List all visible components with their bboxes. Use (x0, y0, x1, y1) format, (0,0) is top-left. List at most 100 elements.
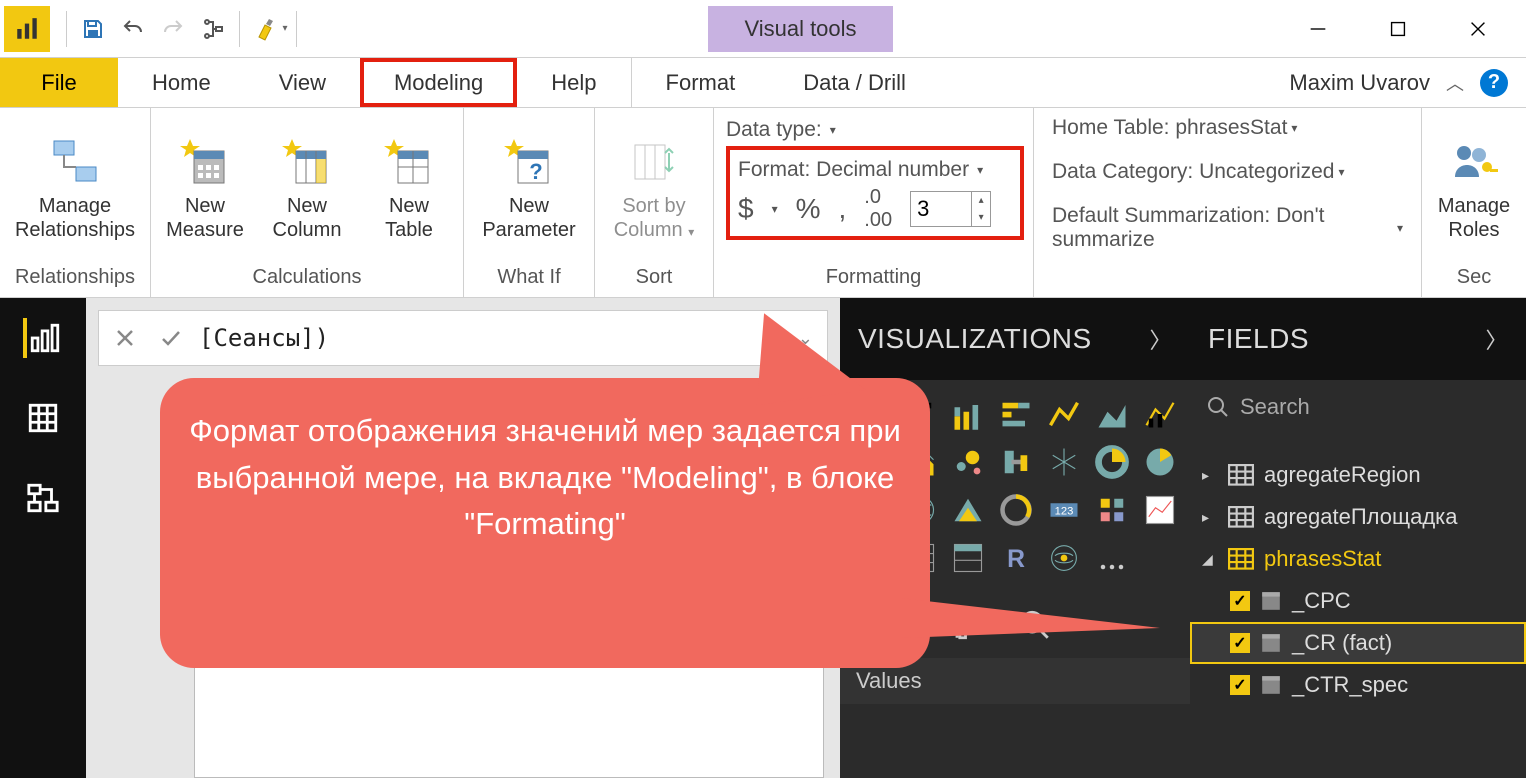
tab-modeling[interactable]: Modeling (360, 58, 517, 107)
help-icon[interactable]: ? (1480, 69, 1508, 97)
user-name[interactable]: Maxim Uvarov (1289, 70, 1430, 96)
expand-icon[interactable]: ▸ (1202, 509, 1218, 526)
new-column-label: New Column (263, 194, 351, 242)
dropdown-icon: ▾ (1397, 221, 1403, 235)
panel-collapse-icon[interactable]: 〉 (1149, 323, 1172, 355)
measure-ctr-spec[interactable]: ✓ _CTR_spec (1190, 664, 1526, 706)
checkbox-checked-icon[interactable]: ✓ (1230, 675, 1250, 695)
redo-icon[interactable] (153, 9, 193, 49)
spin-down-icon[interactable]: ▾ (972, 209, 990, 226)
format-dropdown[interactable]: Format: Decimal number▾ (738, 158, 1012, 182)
viz-type-icon[interactable]: R (994, 536, 1038, 580)
viz-type-icon[interactable] (946, 488, 990, 532)
data-type-dropdown[interactable]: Data type:▾ (726, 118, 1021, 142)
viz-type-icon[interactable] (946, 440, 990, 484)
manage-relationships-icon (45, 134, 105, 190)
group-label-formatting: Formatting (826, 262, 922, 293)
svg-text:R: R (1007, 546, 1025, 573)
manage-relationships-button[interactable]: Manage Relationships (10, 134, 140, 242)
viz-type-icon[interactable] (1138, 392, 1182, 436)
tab-file[interactable]: File (0, 58, 118, 107)
viz-type-icon[interactable] (946, 536, 990, 580)
format-section-highlight: Format: Decimal number▾ $ ▾ % , .0.00 ▴ … (726, 146, 1024, 240)
table-phrasesstat[interactable]: ◢ phrasesStat (1190, 538, 1526, 580)
undo-icon[interactable] (113, 9, 153, 49)
measure-icon (1260, 590, 1282, 612)
nav-data-icon[interactable] (23, 398, 63, 438)
new-measure-label: New Measure (161, 194, 249, 242)
viz-type-icon[interactable] (994, 392, 1038, 436)
formula-commit-icon[interactable] (153, 320, 189, 356)
currency-dropdown-icon[interactable]: ▾ (772, 202, 778, 216)
minimize-button[interactable] (1298, 9, 1338, 49)
panel-collapse-icon[interactable]: 〉 (1485, 323, 1508, 355)
spin-up-icon[interactable]: ▴ (972, 192, 990, 209)
percent-button[interactable]: % (796, 193, 821, 225)
viz-type-icon[interactable] (1042, 536, 1086, 580)
measure-cpc[interactable]: ✓ _CPC (1190, 580, 1526, 622)
viz-type-icon[interactable] (1090, 440, 1134, 484)
viz-type-icon[interactable] (946, 392, 990, 436)
new-measure-button[interactable]: New Measure (161, 134, 249, 242)
sort-by-column-icon (624, 134, 684, 190)
measure-cr-fact[interactable]: ✓ _CR (fact) (1190, 622, 1526, 664)
fields-search-input[interactable]: Search (1190, 380, 1526, 434)
viz-type-icon[interactable] (1138, 440, 1182, 484)
tab-help[interactable]: Help (517, 58, 630, 107)
tab-data-drill[interactable]: Data / Drill (769, 58, 940, 107)
table-icon (1228, 464, 1254, 486)
checkbox-checked-icon[interactable]: ✓ (1230, 591, 1250, 611)
table-label: phrasesStat (1264, 546, 1381, 572)
dropdown-icon: ▾ (1339, 165, 1345, 179)
viz-type-icon[interactable] (1042, 440, 1086, 484)
sort-by-column-button[interactable]: Sort by Column ▾ (605, 134, 703, 242)
ribbon-collapse-icon[interactable]: ︿ (1446, 70, 1464, 96)
maximize-button[interactable] (1378, 9, 1418, 49)
table-agregateregion[interactable]: ▸ agregateRegion (1190, 454, 1526, 496)
new-table-button[interactable]: New Table (365, 134, 453, 242)
close-button[interactable] (1458, 9, 1498, 49)
new-parameter-button[interactable]: ? New Parameter (474, 134, 584, 242)
formula-cancel-icon[interactable] (107, 320, 143, 356)
flow-icon[interactable] (193, 9, 233, 49)
viz-type-icon[interactable] (994, 488, 1038, 532)
format-painter-dropdown-icon[interactable]: ▾ (280, 23, 290, 34)
tab-view[interactable]: View (245, 58, 360, 107)
manage-relationships-label: Manage Relationships (10, 194, 140, 242)
measure-icon (1260, 674, 1282, 696)
formula-text[interactable]: [Сеансы]) (199, 324, 782, 352)
viz-type-icon[interactable] (1090, 392, 1134, 436)
checkbox-checked-icon[interactable]: ✓ (1230, 633, 1250, 653)
viz-type-icon[interactable] (1090, 536, 1134, 580)
currency-button[interactable]: $ (738, 193, 754, 225)
nav-model-icon[interactable] (23, 478, 63, 518)
viz-type-icon[interactable] (1138, 536, 1182, 580)
annotation-callout: Формат отображения значений мер задается… (160, 378, 930, 668)
group-label-security: Sec (1457, 262, 1491, 293)
viz-type-icon[interactable] (1138, 488, 1182, 532)
sort-by-column-label: Sort by Column (614, 195, 686, 241)
data-category-dropdown[interactable]: Data Category: Uncategorized▾ (1052, 160, 1345, 184)
thousands-separator-button[interactable]: , (839, 193, 847, 225)
default-summarization-dropdown[interactable]: Default Summarization: Don't summarize ▾ (1052, 204, 1403, 252)
table-agregateploschadka[interactable]: ▸ agregateПлощадка (1190, 496, 1526, 538)
viz-type-icon[interactable] (1042, 392, 1086, 436)
decimal-places-value[interactable] (911, 194, 971, 224)
viz-type-icon[interactable] (1090, 488, 1134, 532)
decimal-places-input[interactable]: ▴ ▾ (910, 191, 991, 227)
data-type-label: Data type: (726, 118, 822, 142)
manage-roles-button[interactable]: Manage Roles (1430, 134, 1518, 242)
new-column-button[interactable]: New Column (263, 134, 351, 242)
viz-type-icon[interactable] (994, 440, 1038, 484)
default-summarization-label: Default Summarization: Don't summarize (1052, 204, 1393, 252)
save-icon[interactable] (73, 9, 113, 49)
viz-type-icon[interactable]: 123 (1042, 488, 1086, 532)
home-table-dropdown[interactable]: Home Table: phrasesStat▾ (1052, 116, 1297, 140)
nav-report-icon[interactable] (23, 318, 63, 358)
tab-format[interactable]: Format (632, 58, 770, 107)
collapse-icon[interactable]: ◢ (1202, 551, 1218, 568)
tab-home[interactable]: Home (118, 58, 245, 107)
formula-bar[interactable]: [Сеансы]) ⌄ (98, 310, 828, 366)
expand-icon[interactable]: ▸ (1202, 467, 1218, 484)
new-table-icon (379, 134, 439, 190)
